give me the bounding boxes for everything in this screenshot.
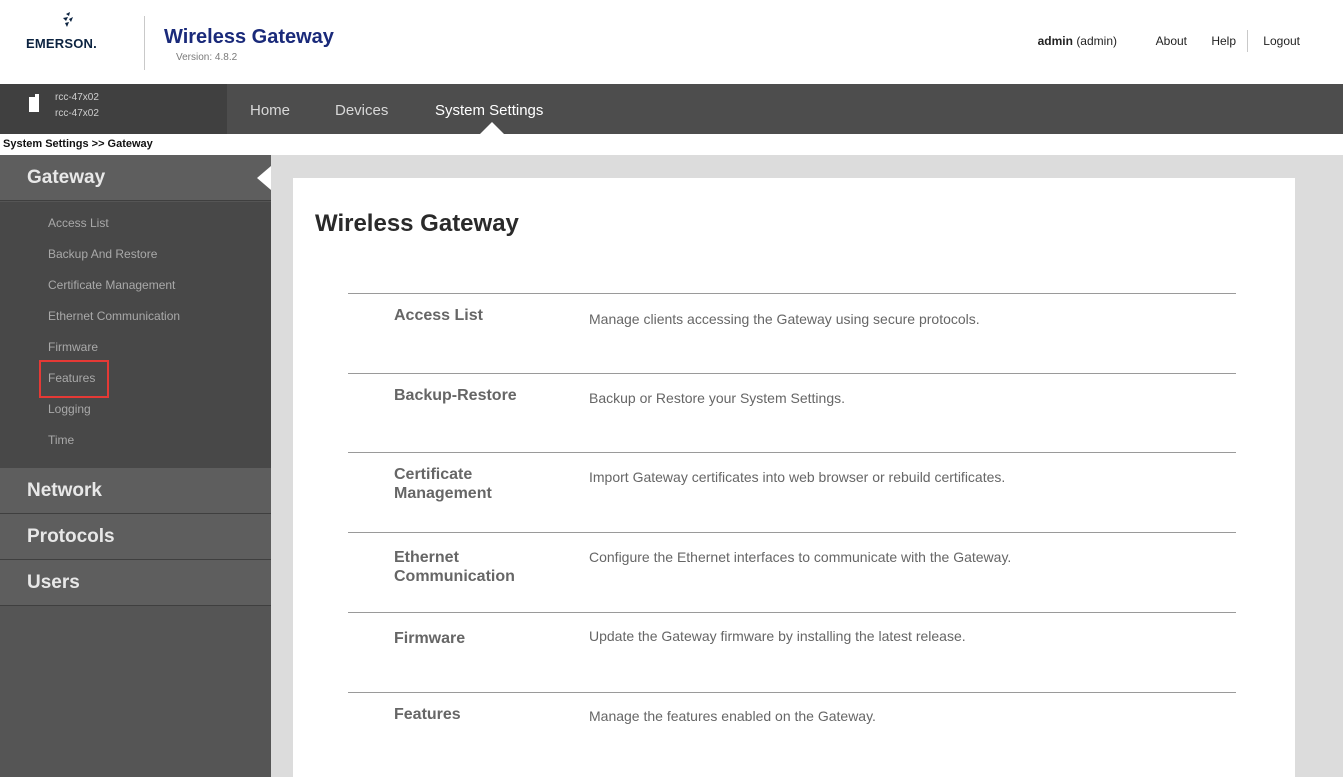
- sidebar-section-gateway[interactable]: Gateway: [0, 155, 271, 201]
- sidebar-item-certificate-management[interactable]: Certificate Management: [48, 278, 175, 292]
- sidebar: Gateway Access List Backup And Restore C…: [0, 155, 271, 777]
- sidebar-section-label: Gateway: [27, 167, 106, 188]
- row-title-backup-restore[interactable]: Backup-Restore: [394, 386, 517, 405]
- active-section-indicator: [257, 166, 271, 190]
- sidebar-item-firmware[interactable]: Firmware: [48, 340, 98, 354]
- emerson-logo-text: EMERSON.: [26, 36, 97, 51]
- username: admin: [1037, 34, 1073, 48]
- breadcrumb: System Settings >> Gateway: [3, 138, 153, 150]
- user-role: (admin): [1076, 34, 1117, 48]
- row-desc-certificate-management: Import Gateway certificates into web bro…: [589, 469, 1006, 485]
- row-title-certificate-management[interactable]: Certificate Management: [394, 465, 544, 503]
- row-divider: [348, 373, 1236, 374]
- sidebar-section-network[interactable]: Network: [0, 468, 271, 514]
- gateway-submenu: Access List Backup And Restore Certifica…: [0, 202, 271, 468]
- device-host: rcc-47x02: [55, 108, 99, 119]
- sidebar-item-logging[interactable]: Logging: [48, 402, 91, 416]
- sidebar-section-label: Protocols: [27, 526, 115, 547]
- current-user: admin (admin): [1038, 34, 1117, 48]
- row-title-firmware[interactable]: Firmware: [394, 629, 465, 648]
- device-selector[interactable]: rcc-47x02 rcc-47x02: [0, 84, 227, 134]
- row-desc-firmware: Update the Gateway firmware by installin…: [589, 628, 966, 644]
- sidebar-section-label: Network: [27, 480, 102, 501]
- emerson-logo-icon: [63, 12, 73, 27]
- sidebar-item-time[interactable]: Time: [48, 433, 74, 447]
- sidebar-section-protocols[interactable]: Protocols: [0, 514, 271, 560]
- emerson-logo: EMERSON.: [26, 12, 126, 52]
- sidebar-section-users[interactable]: Users: [0, 560, 271, 606]
- row-divider: [348, 452, 1236, 453]
- row-divider: [348, 293, 1236, 294]
- active-nav-indicator: [480, 122, 504, 134]
- app-title: Wireless Gateway: [164, 26, 334, 48]
- row-title-ethernet-communication[interactable]: Ethernet Communication: [394, 548, 544, 586]
- device-name: rcc-47x02: [55, 92, 99, 103]
- row-title-features[interactable]: Features: [394, 705, 461, 724]
- sidebar-section-label: Users: [27, 572, 80, 593]
- row-desc-backup-restore: Backup or Restore your System Settings.: [589, 390, 845, 406]
- device-icon: [29, 94, 39, 112]
- row-title-access-list[interactable]: Access List: [394, 306, 483, 325]
- header-link-separator: [1247, 30, 1248, 52]
- about-link[interactable]: About: [1156, 34, 1187, 48]
- sidebar-item-backup-and-restore[interactable]: Backup And Restore: [48, 247, 157, 261]
- content-panel: Wireless Gateway Access List Manage clie…: [293, 178, 1295, 777]
- nav-home[interactable]: Home: [250, 84, 290, 134]
- row-desc-features: Manage the features enabled on the Gatew…: [589, 708, 876, 724]
- page-title: Wireless Gateway: [315, 210, 519, 237]
- row-divider: [348, 532, 1236, 533]
- header-divider: [144, 16, 145, 70]
- logout-link[interactable]: Logout: [1263, 34, 1300, 48]
- row-desc-ethernet-communication: Configure the Ethernet interfaces to com…: [589, 549, 1012, 565]
- sidebar-item-access-list[interactable]: Access List: [48, 216, 109, 230]
- app-version: Version: 4.8.2: [176, 52, 238, 63]
- features-highlight-box: [39, 360, 109, 398]
- row-divider: [348, 692, 1236, 693]
- app-header: EMERSON. Wireless Gateway Version: 4.8.2…: [0, 0, 1343, 84]
- row-divider: [348, 612, 1236, 613]
- row-desc-access-list: Manage clients accessing the Gateway usi…: [589, 311, 980, 327]
- top-nav: rcc-47x02 rcc-47x02 Home Devices System …: [0, 84, 1343, 134]
- nav-devices[interactable]: Devices: [335, 84, 388, 134]
- help-link[interactable]: Help: [1211, 34, 1236, 48]
- sidebar-item-ethernet-communication[interactable]: Ethernet Communication: [48, 309, 180, 323]
